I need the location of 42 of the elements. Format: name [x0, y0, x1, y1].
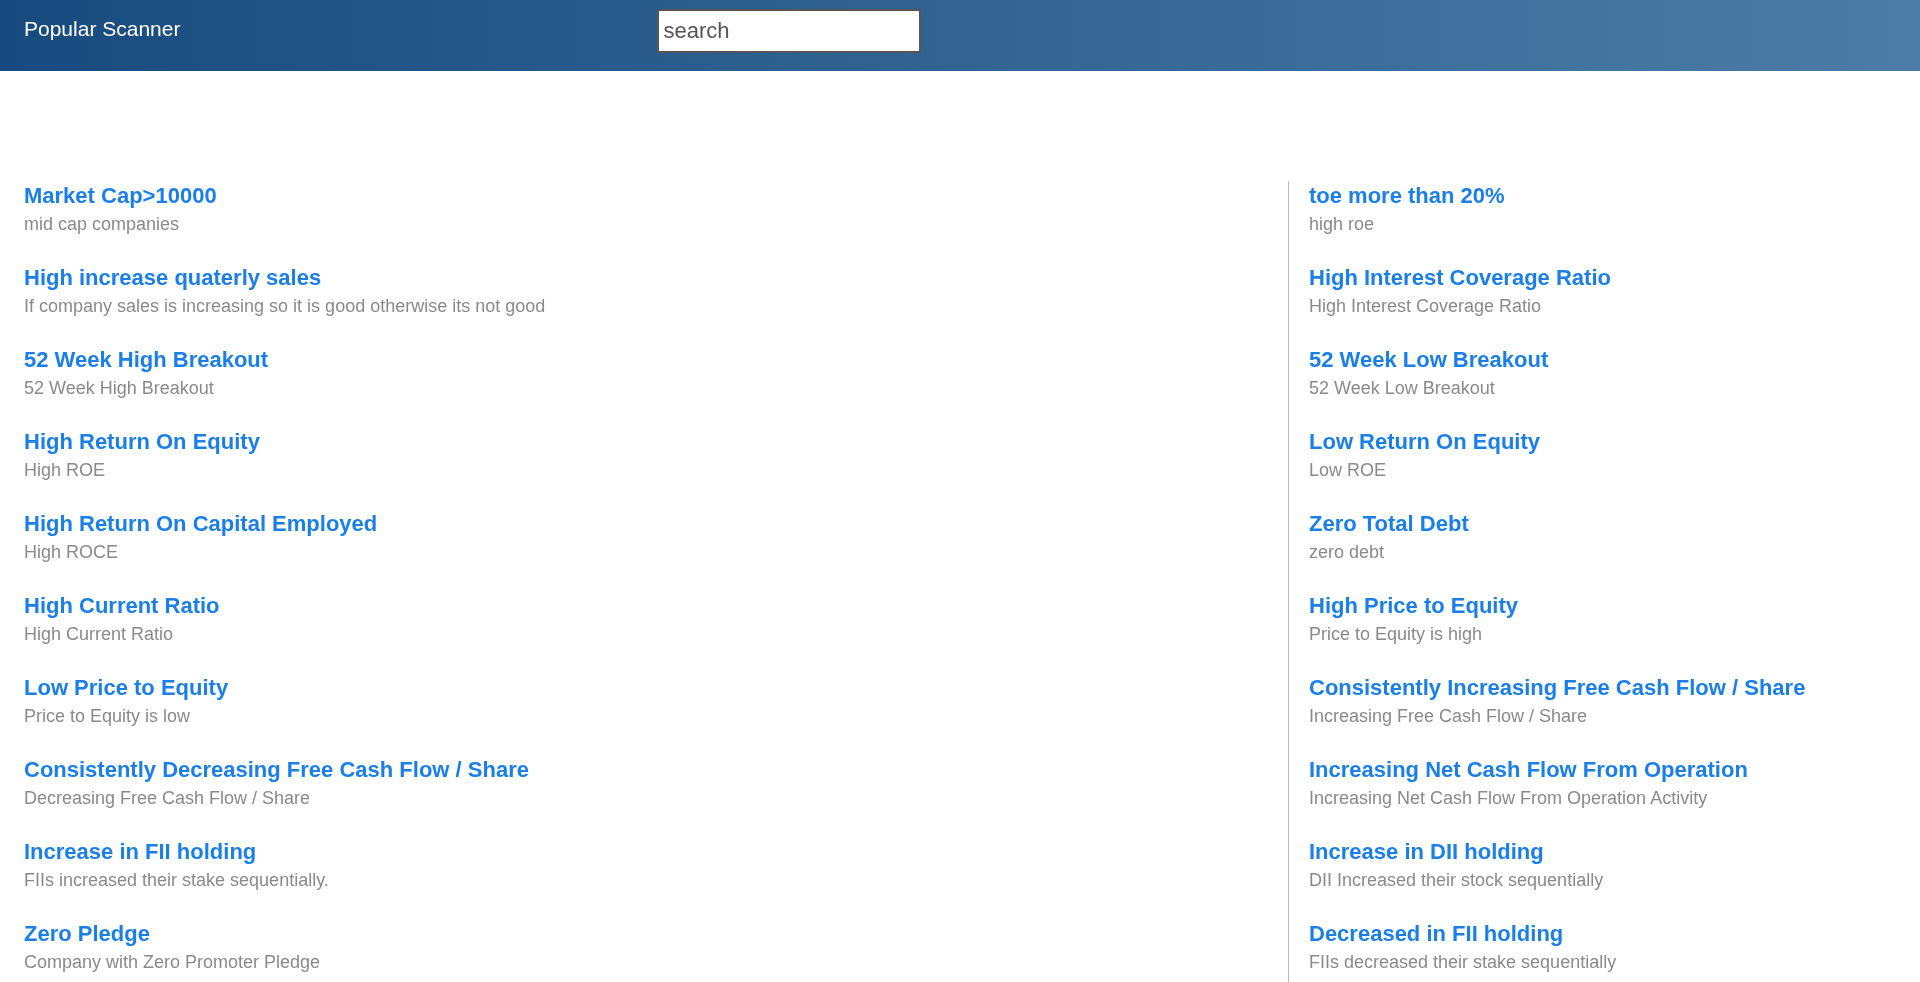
- scanner-link[interactable]: Zero Pledge: [24, 919, 150, 949]
- scanner-description: mid cap companies: [24, 213, 180, 236]
- scanner-link[interactable]: Low Return On Equity: [1309, 427, 1540, 457]
- scanner-description: Company with Zero Promoter Pledge: [24, 951, 321, 974]
- scanner-link[interactable]: High Interest Coverage Ratio: [1309, 263, 1611, 293]
- scanner-description: High ROE: [24, 459, 106, 482]
- scanner-link[interactable]: Zero Total Debt: [1309, 509, 1469, 539]
- scanner-description: Price to Equity is high: [1309, 623, 1483, 646]
- search-field[interactable]: search: [657, 9, 922, 53]
- scanner-description: If company sales is increasing so it is good otherwise its not good: [24, 295, 546, 318]
- scanner-description: Low ROE: [1309, 459, 1387, 482]
- scanner-link[interactable]: Increase in FII holding: [24, 837, 257, 867]
- scanner-description: Increasing Free Cash Flow / Share: [1309, 705, 1588, 728]
- scanner-link[interactable]: Market Cap>10000: [24, 181, 217, 211]
- scanner-description: High ROCE: [24, 541, 119, 564]
- scanner-description: Decreasing Free Cash Flow / Share: [24, 787, 311, 810]
- scanner-link[interactable]: 52 Week High Breakout: [24, 345, 269, 375]
- scanner-link[interactable]: Increasing Net Cash Flow From Operation: [1309, 755, 1748, 785]
- scanner-link[interactable]: Increase in DII holding: [1309, 837, 1544, 867]
- scanner-link[interactable]: High increase quaterly sales: [24, 263, 322, 293]
- scanner-link[interactable]: High Current Ratio: [24, 591, 220, 621]
- scanner-link[interactable]: High Price to Equity: [1309, 591, 1519, 621]
- scanner-description: DII Increased their stock sequentially: [1309, 869, 1604, 892]
- scanner-link[interactable]: Low Price to Equity: [24, 673, 229, 703]
- scanner-description: Price to Equity is low: [24, 705, 191, 728]
- scanner-description: FIIs decreased their stake sequentially: [1309, 951, 1617, 974]
- scanner-description: Increasing Net Cash Flow From Operation Activity: [1309, 787, 1708, 810]
- scanner-link[interactable]: Consistently Increasing Free Cash Flow / Share: [1309, 673, 1806, 703]
- scanner-description: high roe: [1309, 213, 1375, 236]
- scanner-description: 52 Week Low Breakout: [1309, 377, 1495, 400]
- scanner-link[interactable]: High Return On Capital Employed: [24, 509, 378, 539]
- scanner-link[interactable]: toe more than 20%: [1309, 181, 1505, 211]
- scanner-link[interactable]: Consistently Decreasing Free Cash Flow / Share: [24, 755, 529, 785]
- scanner-link[interactable]: 52 Week Low Breakout: [1309, 345, 1549, 375]
- scanner-link[interactable]: Decreased in FII holding: [1309, 919, 1564, 949]
- scanner-description: High Current Ratio: [24, 623, 174, 646]
- scanner-description: 52 Week High Breakout: [24, 377, 214, 400]
- scanner-description: FIIs increased their stake sequentially.: [24, 869, 329, 892]
- scanner-link[interactable]: High Return On Equity: [24, 427, 260, 457]
- scanner-description: zero debt: [1309, 541, 1385, 564]
- scanner-description: High Interest Coverage Ratio: [1309, 295, 1542, 318]
- page-title: Popular Scanner: [24, 16, 181, 42]
